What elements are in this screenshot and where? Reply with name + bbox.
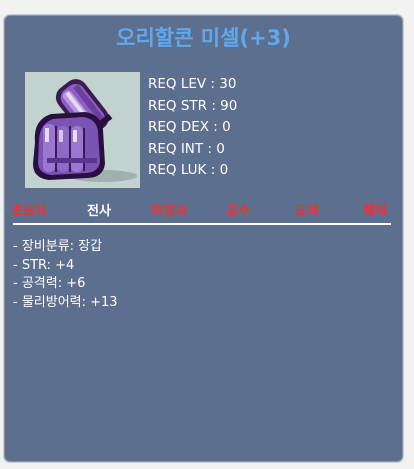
requirements-list: REQ LEV : 30 REQ STR : 90 REQ DEX : 0 RE… (148, 74, 237, 182)
job-warrior: 전사 (87, 204, 111, 219)
job-bowman: 궁수 (226, 204, 250, 219)
req-luk: REQ LUK : 0 (148, 162, 229, 178)
stat-category: - 장비분류: 장갑 (13, 239, 103, 254)
req-dex: REQ DEX : 0 (148, 119, 231, 135)
item-stats: - 장비분류: 장갑 - STR: +4 - 공격력: +6 - 물리방어력: … (13, 238, 118, 312)
item-icon-frame (25, 72, 140, 188)
purple-glove-icon (33, 79, 137, 182)
req-int: REQ INT : 0 (148, 140, 225, 157)
req-str: REQ STR : 90 (148, 97, 238, 114)
job-pirate: 해적 (363, 204, 387, 219)
stat-str: - STR: +4 (13, 257, 75, 273)
job-list: 초보자 전사 마법사 궁수 도적 해적 (5, 200, 402, 220)
job-beginner: 초보자 (11, 204, 47, 219)
item-name: 오리할콘 미셀(+3) (116, 26, 291, 50)
stat-attack: - 공격력: +6 (13, 276, 86, 291)
item-tooltip: 오리할콘 미셀(+3) REQ LEV: 30 REQ STR: 90 RE… (4, 15, 403, 462)
job-magician: 마법사 (151, 204, 187, 219)
divider (13, 223, 391, 225)
stat-defense: - 물리방어력: +13 (13, 294, 118, 310)
job-thief: 도적 (295, 204, 319, 219)
req-level: REQ LEV : 30 (148, 76, 237, 92)
